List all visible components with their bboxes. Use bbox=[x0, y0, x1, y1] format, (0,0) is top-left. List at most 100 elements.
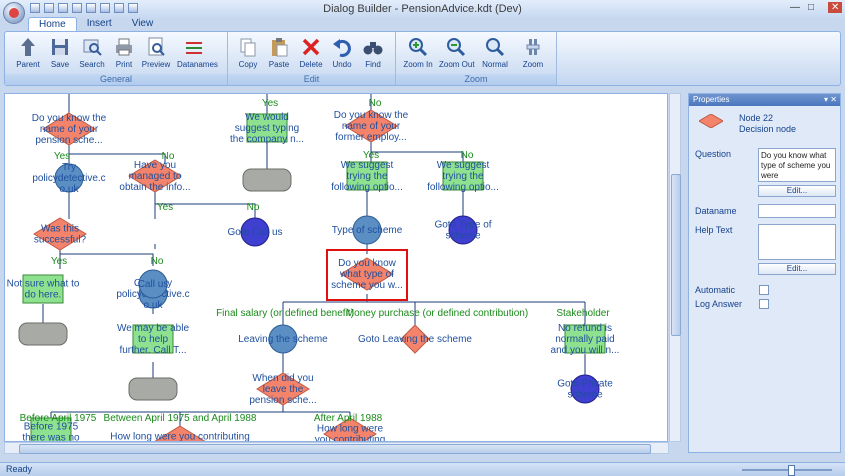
tab-insert[interactable]: Insert bbox=[77, 17, 122, 31]
search-button[interactable]: Search bbox=[75, 34, 109, 74]
flow-node-n20[interactable]: Leaving the scheme bbox=[238, 324, 328, 354]
node-text: trying the bbox=[346, 171, 388, 182]
horizontal-scroll-thumb[interactable] bbox=[19, 444, 651, 454]
ribbon-group-general: Parent Save Search Print Preview Datanam… bbox=[5, 32, 228, 85]
node-type: Decision node bbox=[739, 124, 797, 134]
flow-node-n3[interactable]: Have youmanaged toobtain the info... bbox=[119, 159, 191, 193]
flow-node-n10[interactable]: We may be ableto helpfurther. Call T... bbox=[117, 323, 190, 356]
connector-lines bbox=[42, 94, 586, 434]
application-button[interactable] bbox=[3, 2, 25, 24]
log-answer-checkbox[interactable] bbox=[759, 299, 769, 309]
flow-node-n12[interactable]: We wouldsuggest typingthe company n... bbox=[230, 112, 304, 145]
minimize-icon[interactable]: — bbox=[790, 2, 800, 13]
horizontal-scrollbar[interactable] bbox=[4, 442, 669, 454]
close-icon[interactable]: ✕ bbox=[828, 2, 843, 13]
node-text: do here. bbox=[25, 290, 62, 301]
help-text-edit-button[interactable]: Edit... bbox=[758, 263, 836, 275]
node-text: Do you know the bbox=[334, 110, 409, 121]
node-text: We suggest bbox=[341, 160, 394, 171]
node-text: Try bbox=[62, 162, 76, 173]
parent-button[interactable]: Parent bbox=[11, 34, 45, 74]
node-text: How long were you contributing bbox=[110, 432, 250, 443]
label-layer: Yes No Yes No Yes No Yes No Yes No Final salary (o… bbox=[20, 98, 611, 424]
delete-x-icon bbox=[302, 38, 320, 56]
save-button[interactable]: Save bbox=[43, 34, 77, 74]
flow-node-n15[interactable]: We suggesttrying thefollowing optio... bbox=[331, 160, 403, 193]
ribbon-group-edit: Copy Paste Delete Undo Find Edit bbox=[228, 32, 396, 85]
flow-node-n17[interactable]: Type of scheme bbox=[332, 215, 403, 245]
vertical-scroll-thumb[interactable] bbox=[671, 174, 681, 336]
flow-node-n7[interactable]: Not sure what todo here. bbox=[7, 274, 80, 304]
group-label-edit: Edit bbox=[228, 74, 395, 85]
help-text-textbox[interactable] bbox=[758, 224, 836, 260]
title-bar: Dialog Builder - PensionAdvice.kdt (Dev)… bbox=[0, 0, 845, 18]
node-text: and you will n... bbox=[551, 345, 620, 356]
flow-node-n16[interactable]: We suggesttrying thefollowing optio... bbox=[427, 160, 499, 193]
flow-node-n9[interactable] bbox=[18, 322, 68, 346]
zoom-slider-knob[interactable] bbox=[788, 465, 795, 476]
node-text: scheme bbox=[445, 231, 480, 242]
node-text: name of your bbox=[40, 124, 99, 135]
flow-node-n4[interactable]: Was thissuccessful? bbox=[33, 217, 87, 251]
node-text: pension sche... bbox=[249, 395, 316, 406]
dataname-label: Dataname bbox=[695, 206, 737, 216]
preview-button[interactable]: Preview bbox=[139, 34, 173, 74]
paste-button[interactable]: Paste bbox=[262, 34, 296, 74]
node-text: following optio... bbox=[427, 182, 499, 193]
flow-node-n19[interactable]: Do you knowwhat type ofscheme you w... bbox=[326, 249, 408, 301]
zoom-in-button[interactable]: Zoom In bbox=[401, 34, 435, 74]
flow-node-n6[interactable]: Goto Call us bbox=[227, 217, 283, 247]
edge-label-e4: No bbox=[369, 98, 382, 109]
flow-node-n24[interactable]: When did youleave thepension sche... bbox=[249, 372, 317, 406]
flow-node-n13[interactable] bbox=[242, 168, 292, 192]
node-text: Type of scheme bbox=[332, 225, 403, 236]
flow-node-n22[interactable]: No refund isnormally paidand you will n.… bbox=[551, 323, 620, 356]
zoom-out-button[interactable]: Zoom Out bbox=[439, 34, 475, 74]
datanames-button[interactable]: Datanames bbox=[177, 34, 218, 74]
print-button[interactable]: Print bbox=[107, 34, 141, 74]
automatic-checkbox[interactable] bbox=[759, 285, 769, 295]
flow-node-n14[interactable]: Do you know thename of yourformer employ… bbox=[334, 109, 409, 143]
node-text: Do you know the bbox=[32, 113, 107, 124]
edge-label-e12: Money purchase (or defined contribution) bbox=[346, 308, 528, 319]
flow-node-n26[interactable]: How long were you contributingto the sch… bbox=[110, 425, 250, 443]
edge-label-e14: Before April 1975 bbox=[20, 413, 97, 424]
node-text: Do you know bbox=[338, 258, 397, 269]
pin-icon[interactable]: ▾ ✕ bbox=[824, 94, 837, 106]
normal-zoom-button[interactable]: Normal bbox=[478, 34, 512, 74]
flow-node-n11[interactable] bbox=[128, 377, 178, 401]
find-button[interactable]: Find bbox=[356, 34, 390, 74]
flowchart-canvas[interactable]: Do you know the name of your pension sche.… bbox=[4, 93, 668, 442]
node-text: normally paid bbox=[555, 334, 614, 345]
flow-node-n1[interactable]: Do you know thename of yourpension sche.… bbox=[32, 112, 107, 146]
delete-button[interactable]: Delete bbox=[294, 34, 328, 74]
node-text: obtain the info... bbox=[119, 182, 190, 193]
maximize-icon[interactable]: □ bbox=[808, 2, 814, 13]
node-text: o.uk bbox=[144, 300, 164, 311]
zoom-button[interactable]: Zoom bbox=[516, 34, 550, 74]
flow-node-n23[interactable]: Goto Privatescheme bbox=[557, 374, 613, 404]
node-text: there was no bbox=[22, 433, 80, 443]
edge-label-e9: Yes bbox=[51, 256, 67, 267]
node-summary: Node 22 Decision node bbox=[689, 110, 840, 136]
undo-button[interactable]: Undo bbox=[325, 34, 359, 74]
node-text: the company n... bbox=[230, 134, 304, 145]
node-text: pension sche... bbox=[35, 135, 102, 146]
binoculars-icon bbox=[363, 42, 383, 55]
node-text: We would bbox=[245, 112, 289, 123]
flow-node-n18[interactable]: Goto Type ofscheme bbox=[434, 215, 492, 245]
copy-button[interactable]: Copy bbox=[231, 34, 265, 74]
question-edit-button[interactable]: Edit... bbox=[758, 185, 836, 197]
node-text: scheme bbox=[567, 390, 602, 401]
flow-node-n2[interactable]: Trypolicydetective.co.uk bbox=[32, 162, 105, 195]
node-text: policydetective.c bbox=[32, 173, 105, 184]
zoom-slider[interactable] bbox=[742, 465, 832, 476]
preview-icon bbox=[148, 37, 165, 56]
question-label: Question bbox=[695, 149, 732, 159]
tab-view[interactable]: View bbox=[122, 17, 164, 31]
question-textbox[interactable]: Do you know what type of scheme you were bbox=[758, 148, 836, 182]
flow-node-n21[interactable]: Goto Leaving the scheme bbox=[358, 324, 472, 354]
dataname-input[interactable] bbox=[758, 204, 836, 218]
vertical-scrollbar[interactable] bbox=[669, 93, 681, 442]
tab-home[interactable]: Home bbox=[28, 17, 77, 32]
